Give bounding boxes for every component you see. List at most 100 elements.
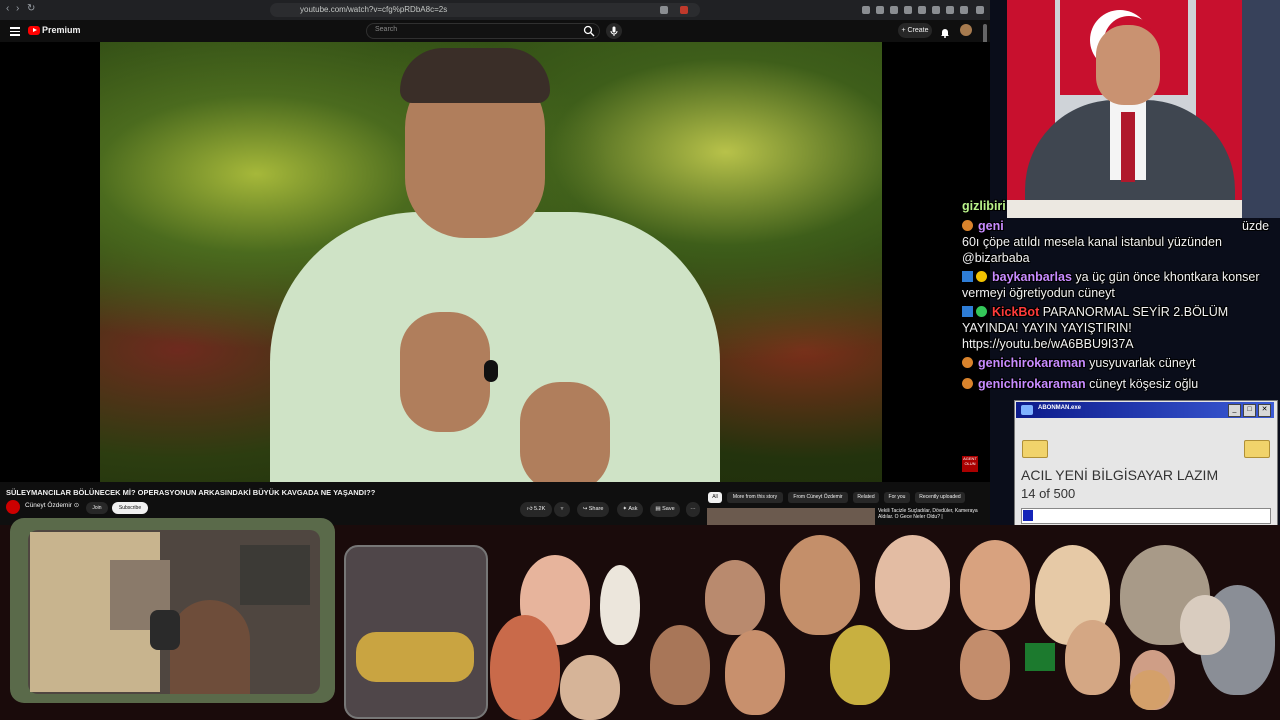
create-button[interactable]: + Create xyxy=(898,23,932,38)
extension-icon[interactable] xyxy=(890,6,898,14)
video-frame[interactable] xyxy=(100,42,882,482)
collage-face xyxy=(1180,595,1230,655)
chat-username: KickBot xyxy=(992,305,1040,319)
thumbs-up-icon: 👍︎ xyxy=(526,506,534,512)
goal-heading: ACIL YENİ BİLGİSAYAR LAZIM xyxy=(1021,467,1219,483)
extension-icon[interactable] xyxy=(862,6,870,14)
extension-icon[interactable] xyxy=(918,6,926,14)
back-icon[interactable]: ‹ xyxy=(6,3,9,14)
chip-related[interactable]: Related xyxy=(853,492,879,503)
search-button[interactable] xyxy=(578,23,598,39)
chat-text-fragment: üzde xyxy=(1242,219,1270,233)
collage-face xyxy=(960,630,1010,700)
channel-watermark: AGENT OLUN xyxy=(962,456,978,472)
save-button[interactable]: ▤ Save xyxy=(650,502,680,517)
window-title: ABONMAN.exe xyxy=(1038,405,1082,411)
account-avatar[interactable] xyxy=(960,24,972,36)
folder-icon xyxy=(1022,440,1048,458)
dislike-button[interactable]: ▿ xyxy=(554,502,570,517)
collage-face xyxy=(875,535,950,630)
ask-label: Ask xyxy=(628,506,638,512)
collage-face xyxy=(490,615,560,720)
ask-button[interactable]: ✦ Ask xyxy=(617,502,643,517)
like-button[interactable]: 👍︎ 5.2K xyxy=(520,502,552,517)
collage-face xyxy=(1065,620,1120,695)
goal-progress-fill xyxy=(1023,510,1033,521)
meme-face-collage xyxy=(490,535,1280,720)
collage-face xyxy=(725,630,785,715)
chip-more-from-story[interactable]: More from this story xyxy=(727,492,783,503)
join-button[interactable]: Join xyxy=(86,502,108,514)
save-label: Save xyxy=(662,506,675,512)
browser-menu-icon[interactable] xyxy=(976,6,984,14)
subscribe-button[interactable]: Subscribe xyxy=(112,502,148,514)
search-icon xyxy=(583,25,595,37)
extension-icon[interactable] xyxy=(876,6,884,14)
chip-all[interactable]: All xyxy=(708,492,722,503)
app-icon xyxy=(1021,405,1033,415)
forward-icon[interactable]: › xyxy=(16,3,19,14)
minimize-button[interactable]: _ xyxy=(1228,404,1241,417)
chat-message: genichirokaraman yusyuvarlak cüneyt xyxy=(962,355,1274,371)
webcam-equipment xyxy=(240,545,310,605)
goal-progress-bar xyxy=(1021,508,1271,524)
presenter-hair xyxy=(400,48,550,103)
collage-face xyxy=(650,625,710,705)
url-text: youtube.com/watch?v=cfg%pRDbA8c=2s xyxy=(300,5,448,14)
chip-from-channel[interactable]: From Cüneyt Özdemir xyxy=(788,492,848,503)
share-button[interactable]: ↪ Share xyxy=(577,502,609,517)
collage-face xyxy=(600,565,640,645)
channel-name[interactable]: Cüneyt Özdemir ⊙ xyxy=(25,501,79,509)
emote-icon xyxy=(962,357,973,368)
presenter-hand-right xyxy=(520,382,610,482)
headphones xyxy=(150,610,180,650)
goal-count: 14 of 500 xyxy=(1021,486,1076,501)
portrait-edge-image xyxy=(1242,0,1280,218)
chat-message: gizlibiri xyxy=(962,198,1274,214)
extension-icon[interactable] xyxy=(680,6,688,14)
share-label: Share xyxy=(588,506,604,512)
chat-message: 60ı çöpe atıldı mesela kanal istanbul yü… xyxy=(962,234,1274,266)
moderator-badge-icon xyxy=(962,271,973,282)
voice-search-button[interactable] xyxy=(606,23,622,39)
recommended-video-thumbnail[interactable] xyxy=(707,508,875,526)
chat-message: baykanbarlas ya üç gün önce khontkara ko… xyxy=(962,269,1274,301)
youtube-brand[interactable]: Premium xyxy=(42,25,81,35)
extension-icon[interactable] xyxy=(904,6,912,14)
chat-username: geni xyxy=(978,219,1004,233)
close-button[interactable]: ✕ xyxy=(1258,404,1271,417)
channel-avatar[interactable] xyxy=(6,500,20,514)
extension-icon[interactable] xyxy=(932,6,940,14)
collage-face xyxy=(705,560,765,635)
extension-icon[interactable] xyxy=(946,6,954,14)
address-bar[interactable]: youtube.com/watch?v=cfg%pRDbA8c=2s xyxy=(270,3,700,17)
chat-text: yusyuvarlak cüneyt xyxy=(1089,356,1196,370)
emote-icon xyxy=(962,378,973,389)
extension-icon[interactable] xyxy=(960,6,968,14)
thumbs-down-icon: ▿ xyxy=(560,506,564,512)
chat-username: baykanbarlas xyxy=(992,270,1072,284)
portrait-tie xyxy=(1121,112,1135,182)
reload-icon[interactable]: ↻ xyxy=(27,3,35,14)
chip-for-you[interactable]: For you xyxy=(884,492,910,503)
folder-icon xyxy=(1244,440,1270,458)
collage-face xyxy=(560,655,620,720)
chat-text: cüneyt köşesiz oğlu xyxy=(1089,377,1199,391)
youtube-logo-icon[interactable] xyxy=(28,26,40,35)
search-input[interactable]: Search xyxy=(366,23,600,39)
streamer xyxy=(170,600,250,694)
chip-recently-uploaded[interactable]: Recently uploaded xyxy=(915,492,965,503)
verified-badge-icon xyxy=(976,306,987,317)
chat-username: gizlibiri xyxy=(962,199,1006,213)
maximize-button[interactable]: □ xyxy=(1243,404,1256,417)
cast-icon[interactable] xyxy=(660,6,668,14)
more-actions-button[interactable]: ··· xyxy=(686,502,700,517)
subscriber-badge-icon xyxy=(976,271,987,282)
recommended-video-title[interactable]: Vekili Tacizle Suçladılar, Dövdüler, Kam… xyxy=(878,508,978,520)
chat-message: geni üzde xyxy=(962,218,1274,234)
chat-text: 60ı çöpe atıldı mesela kanal istanbul yü… xyxy=(962,235,1222,265)
collage-face xyxy=(830,625,890,705)
microphone-icon xyxy=(610,26,618,36)
hamburger-menu-icon[interactable] xyxy=(10,25,20,36)
notifications-bell-icon[interactable] xyxy=(940,25,949,38)
